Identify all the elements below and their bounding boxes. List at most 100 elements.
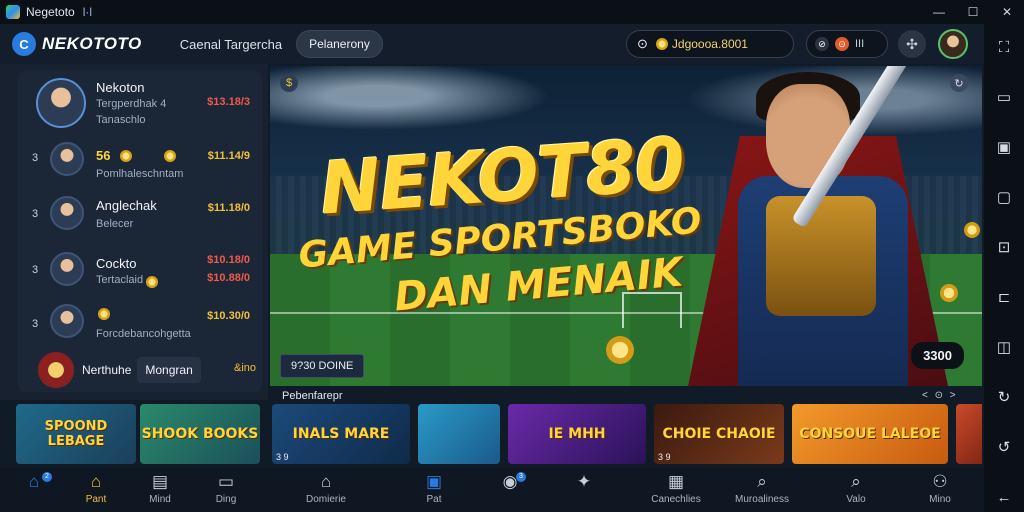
search-icon: ⌕ <box>757 472 767 491</box>
player-name: Cockto <box>96 256 137 271</box>
player-name: 56 <box>96 148 111 163</box>
notification-badge: 3 <box>516 472 526 482</box>
player-amount: $10.88/0 <box>207 272 250 284</box>
games-carousel: INALS MARE 3 9 IE MHH CHOIE CHAOIE 3 9 C… <box>270 404 982 466</box>
nav-domierie[interactable]: ⌂ Domierie <box>296 472 356 505</box>
promo-tile-title: SPOOND LEBAGE <box>44 419 108 449</box>
nav-muroaliness[interactable]: ⌕ Muroaliness <box>732 472 792 505</box>
rank-number: 3 <box>32 208 39 220</box>
layout-icon[interactable]: ⊏ <box>994 288 1014 306</box>
close-button[interactable]: ✕ <box>990 0 1024 24</box>
home-icon: ⌂ <box>28 472 40 491</box>
nav-label: Canechlies <box>651 494 701 505</box>
game-tile-title: INALS MARE <box>292 426 390 442</box>
game-tile-sub: 3 9 <box>658 452 671 462</box>
nav-canechlies[interactable]: ▦ Canechlies <box>646 472 706 505</box>
nav-ding[interactable]: ▭ Ding <box>196 472 256 505</box>
home-icon: ⌂ <box>320 472 332 491</box>
character-armor <box>766 196 876 316</box>
game-tile[interactable]: CHOIE CHAOIE 3 9 <box>654 404 784 464</box>
nav-puzzle[interactable]: ✦ <box>554 472 614 492</box>
featured-value: &ino <box>234 362 257 374</box>
notification-badge: 2 <box>42 472 52 482</box>
folder-icon[interactable]: ▭ <box>994 88 1014 106</box>
promo-tile[interactable]: SHOOK BOOKS <box>140 404 260 464</box>
game-tile[interactable]: CONSOUE LALEOE <box>792 404 948 464</box>
user-avatar[interactable] <box>938 29 968 59</box>
coin-badge-icon[interactable]: $ <box>280 74 298 92</box>
refresh-icon[interactable]: ↻ <box>950 74 968 92</box>
featured-entry[interactable]: Nerthuhe Mongran <box>38 350 226 390</box>
nav-label: Pant <box>85 494 107 505</box>
toggle-text: III <box>855 38 865 50</box>
nav-label: Valo <box>846 494 866 505</box>
games-carousel-controls[interactable]: < ⊙ > <box>922 390 958 401</box>
coin-icon <box>164 150 176 162</box>
list-icon: ▤ <box>151 472 169 491</box>
logo-icon: C <box>12 32 36 56</box>
nav-center[interactable]: ◉ 3 <box>480 472 540 492</box>
rank-number: 3 <box>32 264 39 276</box>
coin-icon <box>940 284 958 302</box>
hero-counter-pill[interactable]: 3300 <box>911 342 964 369</box>
search-icon: ⌕ <box>851 472 861 491</box>
app-icon <box>6 5 20 19</box>
back-arrow-icon[interactable]: ← <box>994 488 1014 506</box>
window-title: Negetoto <box>26 5 75 19</box>
home-icon: ⌂ <box>90 472 102 491</box>
game-tile[interactable]: IE MHH <box>508 404 646 464</box>
record-icon[interactable]: ◫ <box>994 338 1014 356</box>
avatar[interactable] <box>36 78 86 128</box>
hero-banner[interactable]: NEKOT80 GAME SPORTSBOKO DAN MENAIK $ ↻ 9… <box>270 66 982 386</box>
coin-icon <box>606 336 634 364</box>
hero-action-button[interactable]: 9?30 DOINE <box>280 354 365 378</box>
leaderboard-panel: Nekoton Tergperdhak 4 Tanaschlo $13.18/3… <box>0 64 278 400</box>
settings-gear-icon[interactable]: ✣ <box>898 30 926 58</box>
coin-icon <box>655 38 668 50</box>
logo-text: NEKOTOTO <box>42 34 142 53</box>
rank-number: 3 <box>32 152 39 164</box>
toggle-icon-1[interactable]: ⊘ <box>815 37 829 51</box>
nav-label: Pat <box>426 494 442 505</box>
logo[interactable]: C NEKOTOTO <box>12 32 142 56</box>
nav-label: Mind <box>149 494 171 505</box>
nav-mind[interactable]: ▤ Mind <box>130 472 190 505</box>
undo-icon[interactable]: ↺ <box>994 438 1014 456</box>
search-icon: ⊙ <box>637 36 648 51</box>
nav-pat[interactable]: ▣ Pat <box>404 472 464 505</box>
nav-label: Mino <box>929 494 951 505</box>
game-tile-sub: 3 9 <box>276 452 289 462</box>
player-amount-extra: $10.18/0 <box>207 254 250 266</box>
promo-tile[interactable]: SPOOND LEBAGE <box>16 404 136 464</box>
game-tile[interactable] <box>418 404 500 464</box>
club-logo-icon <box>38 352 74 388</box>
nav-link-channel[interactable]: Caenal Targercha <box>180 37 282 52</box>
maximize-button[interactable]: ☐ <box>956 0 990 24</box>
screen-icon[interactable]: ▢ <box>994 188 1014 206</box>
window-icon[interactable]: ▣ <box>994 138 1014 156</box>
game-tile[interactable] <box>956 404 982 464</box>
avatar[interactable] <box>50 196 84 230</box>
game-tile[interactable]: INALS MARE 3 9 <box>272 404 410 464</box>
nav-mino[interactable]: ⚇ Mino <box>910 472 970 505</box>
balance-field[interactable]: ⊙ Jdgoooa.8001 <box>626 30 794 58</box>
avatar[interactable] <box>50 304 84 338</box>
fullscreen-icon[interactable]: ⛶ <box>994 38 1014 56</box>
rotate-icon[interactable]: ↻ <box>994 388 1014 406</box>
puzzle-icon: ✦ <box>576 472 592 491</box>
minimize-button[interactable]: — <box>922 0 956 24</box>
toggle-icon-2[interactable]: ⊙ <box>835 37 849 51</box>
nav-valo[interactable]: ⌕ Valo <box>826 472 886 505</box>
avatar[interactable] <box>50 252 84 286</box>
nav-label: Ding <box>215 494 237 505</box>
leaderboard-card: Nekoton Tergperdhak 4 Tanaschlo $13.18/3… <box>18 70 278 392</box>
top-player-name: Nekoton <box>96 80 145 95</box>
nav-pant[interactable]: ⌂ Pant <box>66 472 126 505</box>
toggle-group[interactable]: ⊘ ⊙ III <box>806 30 888 58</box>
avatar[interactable] <box>50 142 84 176</box>
nav-pill-button[interactable]: Pelanerony <box>296 30 383 58</box>
game-tile-title: CONSOUE LALEOE <box>799 426 941 442</box>
nav-home[interactable]: ⌂ 2 <box>4 472 64 492</box>
player-sub: Belecer <box>96 218 134 230</box>
share-icon[interactable]: ⊡ <box>994 238 1014 256</box>
